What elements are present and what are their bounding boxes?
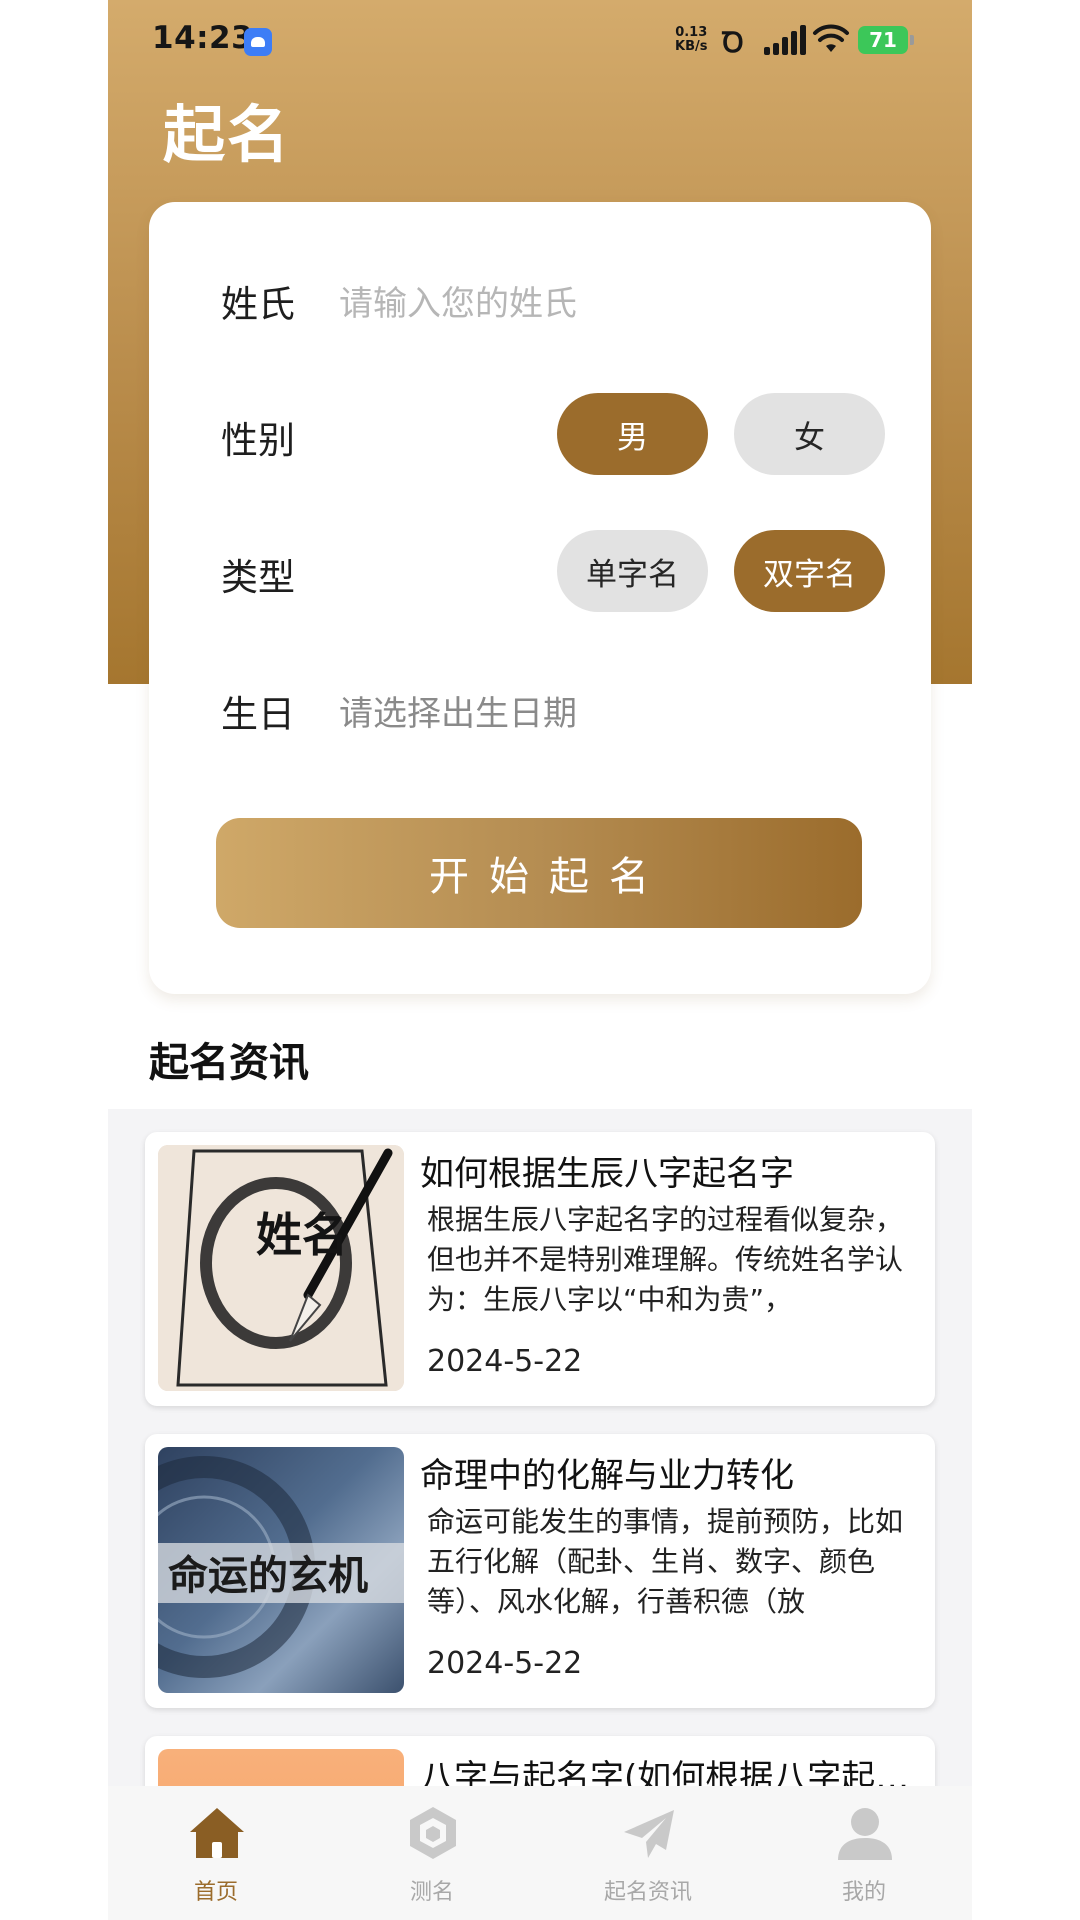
surname-input[interactable]: 请输入您的姓氏: [339, 276, 577, 325]
paper-plane-icon: [624, 1810, 674, 1858]
tab-test-name[interactable]: 测名: [324, 1786, 540, 1920]
gender-male-button[interactable]: 男: [557, 393, 708, 475]
birthday-label: 生日: [221, 693, 295, 736]
news-title: 命理中的化解与业力转化: [420, 1456, 794, 1496]
news-date: 2024-5-22: [427, 1646, 583, 1681]
thumb-banner-text: 命运的玄机: [168, 1552, 368, 1599]
type-label: 类型: [221, 556, 295, 599]
start-naming-button[interactable]: 开始起名: [216, 818, 862, 928]
user-icon: [838, 1808, 892, 1860]
fortune-image: 命运的玄机: [158, 1456, 404, 1678]
tab-label: 我的: [841, 1880, 886, 1905]
status-time: 14:23: [152, 20, 254, 56]
page-title: 起名: [163, 98, 292, 171]
app-screen: 14:23 0.13 KB/s Ꝺ 71 起名 姓氏 请输入您的姓氏 性别 男 …: [108, 0, 972, 1920]
home-icon: [190, 1808, 244, 1858]
calligraphy-image: 姓名: [158, 1145, 404, 1391]
android-app-icon: [244, 28, 272, 56]
naming-form-card: 姓氏 请输入您的姓氏 性别 男 女 类型 单字名 双字名 生日 请选择出生日期 …: [149, 202, 931, 994]
tab-home[interactable]: 首页: [108, 1786, 324, 1920]
news-summary: 根据生辰八字起名字的过程看似复杂，但也并不是特别难理解。传统姓名学认为：生辰八字…: [427, 1203, 904, 1316]
news-section-title: 起名资讯: [149, 1040, 309, 1086]
battery-level: 71: [869, 28, 897, 52]
type-double-button[interactable]: 双字名: [734, 530, 885, 612]
news-title: 如何根据生辰八字起名字: [420, 1154, 794, 1194]
network-speed-value: 0.13: [675, 25, 708, 40]
tab-label: 测名: [409, 1880, 454, 1905]
wifi-icon: [813, 24, 849, 52]
surname-label: 姓氏: [221, 283, 295, 326]
tab-mine[interactable]: 我的: [756, 1786, 972, 1920]
news-item[interactable]: 命运的玄机 命理中的化解与业力转化 命运可能发生的事情，提前预防，比如五行化解（…: [145, 1434, 935, 1708]
network-speed-unit: KB/s: [675, 39, 708, 54]
gender-female-button[interactable]: 女: [734, 393, 885, 475]
news-thumbnail: 姓名: [158, 1145, 404, 1391]
news-thumbnail: 命运的玄机: [158, 1447, 404, 1693]
battery-icon: 71: [858, 26, 914, 54]
thumb-glyph-1: 姓名: [256, 1208, 348, 1262]
tab-naming-news[interactable]: 起名资讯: [540, 1786, 756, 1920]
news-summary: 命运可能发生的事情，提前预防，比如五行化解（配卦、生肖、数字、颜色等）、风水化解…: [427, 1505, 904, 1618]
signal-icon: [764, 25, 808, 55]
status-bar: 14:23 0.13 KB/s Ꝺ 71: [108, 0, 972, 82]
gender-label: 性别: [221, 419, 295, 462]
tab-label: 起名资讯: [603, 1880, 692, 1905]
news-item[interactable]: 姓名 如何根据生辰八字起名字 根据生辰八字起名字的过程看似复杂，但也并不是特别难…: [145, 1132, 935, 1406]
birthday-picker[interactable]: 请选择出生日期: [339, 686, 577, 735]
tab-label: 首页: [193, 1880, 238, 1905]
hd-icon: Ꝺ: [722, 26, 744, 59]
bottom-tab-bar: 首页 测名 起名资讯 我的: [108, 1786, 972, 1920]
test-name-icon: [410, 1807, 456, 1859]
network-speed: 0.13 KB/s: [675, 26, 707, 54]
type-single-button[interactable]: 单字名: [557, 530, 708, 612]
news-date: 2024-5-22: [427, 1344, 583, 1379]
